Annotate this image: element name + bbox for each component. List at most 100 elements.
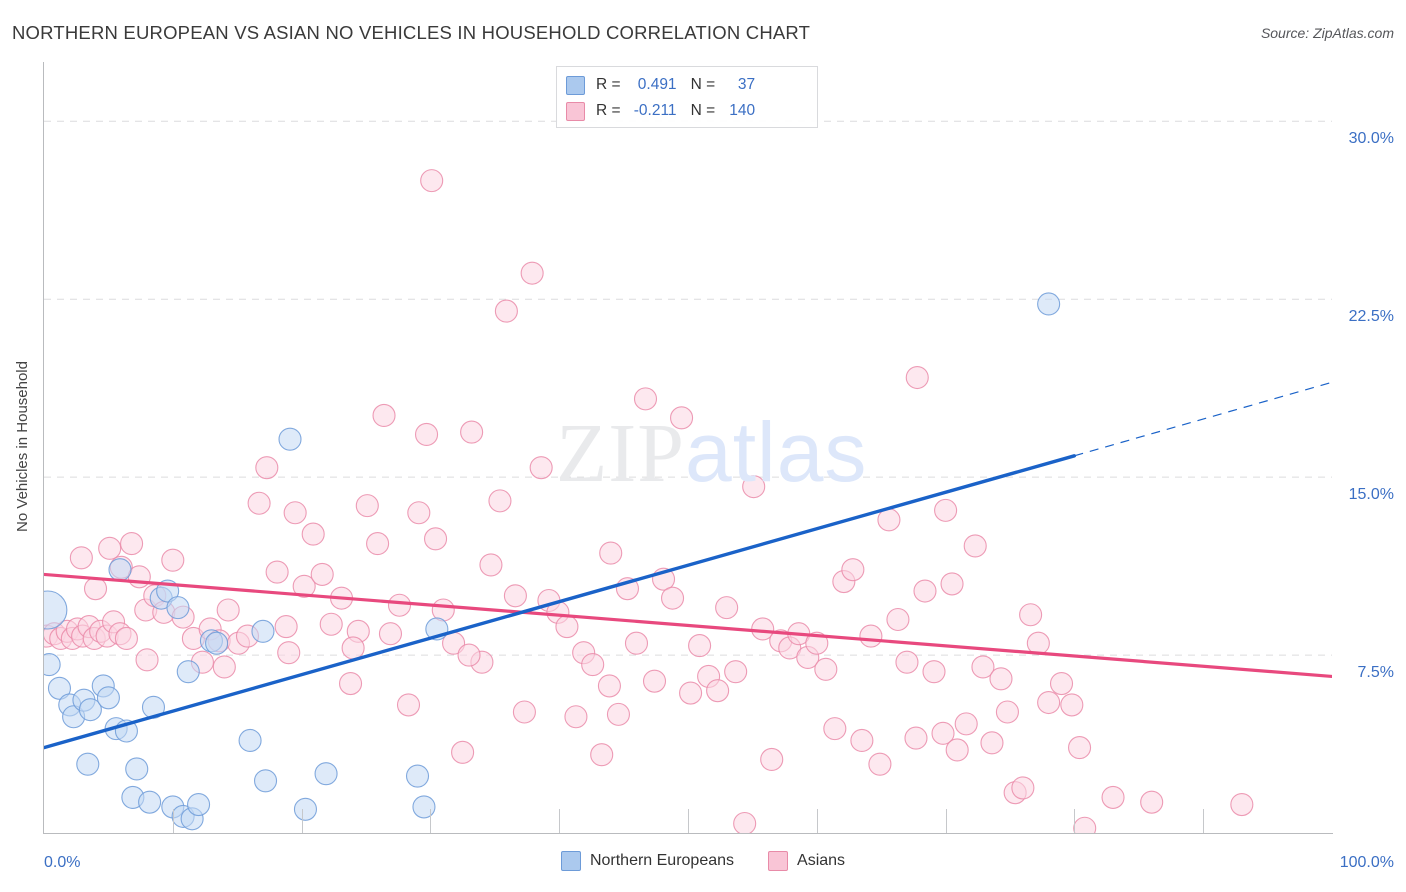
- data-point: [341, 636, 365, 660]
- data-point: [642, 669, 667, 693]
- data-point: [503, 584, 527, 608]
- data-point: [378, 622, 403, 646]
- data-point: [127, 565, 151, 589]
- x-axis-tick-mark: [301, 809, 303, 833]
- series-swatch-icon-blue: [566, 75, 585, 95]
- data-point: [420, 169, 444, 193]
- data-point: [405, 764, 430, 788]
- data-point: [905, 365, 929, 390]
- data-point: [895, 650, 919, 674]
- data-point: [606, 702, 631, 726]
- data-point: [238, 728, 262, 753]
- data-point: [963, 534, 987, 558]
- data-point: [1101, 785, 1125, 809]
- y-axis-tick-label: 22.5%: [1348, 308, 1394, 326]
- northern-europeans-trendline: [44, 454, 1077, 750]
- data-point: [372, 403, 396, 428]
- correlation-stats-box: R = 0.491 N = 37 R = -0.211 N = 140: [556, 66, 818, 128]
- data-point: [1060, 693, 1084, 717]
- data-point: [460, 420, 484, 444]
- data-point: [995, 700, 1019, 724]
- data-point: [396, 693, 421, 717]
- data-point: [387, 593, 412, 617]
- data-point: [724, 660, 748, 684]
- data-point: [247, 491, 271, 515]
- data-point: [904, 726, 928, 750]
- source-attribution: Source: ZipAtlas.com: [1260, 25, 1394, 41]
- data-point: [597, 674, 621, 698]
- data-point: [679, 681, 703, 705]
- data-point: [859, 624, 883, 648]
- data-point: [814, 657, 838, 681]
- data-point: [980, 731, 1004, 755]
- data-point: [688, 634, 712, 658]
- data-point: [293, 797, 318, 821]
- x-axis-tick-mark: [945, 809, 947, 833]
- data-point: [310, 562, 334, 586]
- data-point: [125, 757, 149, 781]
- data-point: [98, 536, 122, 560]
- y-axis-tick-label: 7.5%: [1357, 664, 1394, 682]
- data-point: [715, 596, 739, 620]
- legend-item-northern-europeans[interactable]: Northern Europeans: [560, 851, 735, 871]
- data-point: [451, 740, 475, 764]
- data-point: [205, 631, 229, 655]
- data-point: [44, 653, 61, 677]
- data-point: [850, 728, 874, 753]
- data-point: [283, 501, 307, 525]
- y-axis-title: No Vehicles in Household: [10, 0, 34, 892]
- x-axis-line: [43, 833, 1333, 834]
- legend-label-northern-europeans: Northern Europeans: [589, 852, 735, 869]
- asians-trendline: [44, 572, 1332, 679]
- data-point: [216, 598, 240, 622]
- data-point: [581, 653, 605, 677]
- stats-row-asians: R = -0.211 N = 140: [566, 98, 808, 124]
- data-point: [841, 558, 865, 582]
- data-point: [161, 548, 185, 572]
- data-point: [355, 494, 379, 518]
- data-point: [1049, 671, 1074, 696]
- data-point: [187, 792, 211, 817]
- data-point: [1037, 292, 1061, 316]
- x-axis-tick-mark: [172, 809, 174, 833]
- data-point: [590, 743, 614, 767]
- r-value-pink: -0.211: [633, 102, 677, 119]
- northern-europeans-trendline-extension: [1074, 381, 1332, 457]
- legend-label-asians: Asians: [797, 852, 846, 869]
- x-axis-tick-mark: [688, 809, 689, 833]
- data-point: [1230, 792, 1254, 817]
- data-point: [479, 553, 503, 577]
- data-point: [512, 700, 536, 724]
- y-axis-tick-label: 15.0%: [1348, 486, 1394, 504]
- data-point: [83, 577, 108, 601]
- legend-item-asians[interactable]: Asians: [768, 851, 845, 871]
- data-point: [423, 527, 448, 551]
- data-point: [412, 795, 436, 819]
- data-point: [253, 769, 278, 793]
- x-axis-min-label: 0.0%: [44, 854, 81, 871]
- data-point: [251, 619, 275, 643]
- data-point: [265, 560, 289, 584]
- data-point: [114, 626, 138, 651]
- data-point: [706, 679, 730, 703]
- correlation-chart: NORTHERN EUROPEAN VS ASIAN NO VEHICLES I…: [0, 0, 1406, 892]
- y-axis-title-label: No Vehicles in Household: [13, 360, 31, 532]
- data-point: [69, 546, 93, 570]
- data-point: [922, 660, 946, 684]
- data-point: [1068, 736, 1092, 760]
- x-axis-tick-mark: [430, 809, 432, 833]
- data-point: [1026, 631, 1050, 655]
- data-point: [277, 641, 301, 665]
- n-value-pink: 140: [729, 102, 756, 119]
- r-value-blue: 0.491: [637, 76, 677, 93]
- data-point: [555, 615, 579, 639]
- n-label-pink: N =: [690, 102, 716, 119]
- legend-swatch-icon-blue: [560, 851, 581, 871]
- data-point: [414, 422, 439, 447]
- data-point: [212, 655, 236, 679]
- data-point: [940, 572, 964, 596]
- data-point: [733, 811, 757, 833]
- r-label-pink: R =: [596, 102, 621, 119]
- data-point: [176, 660, 200, 684]
- data-point: [120, 532, 144, 556]
